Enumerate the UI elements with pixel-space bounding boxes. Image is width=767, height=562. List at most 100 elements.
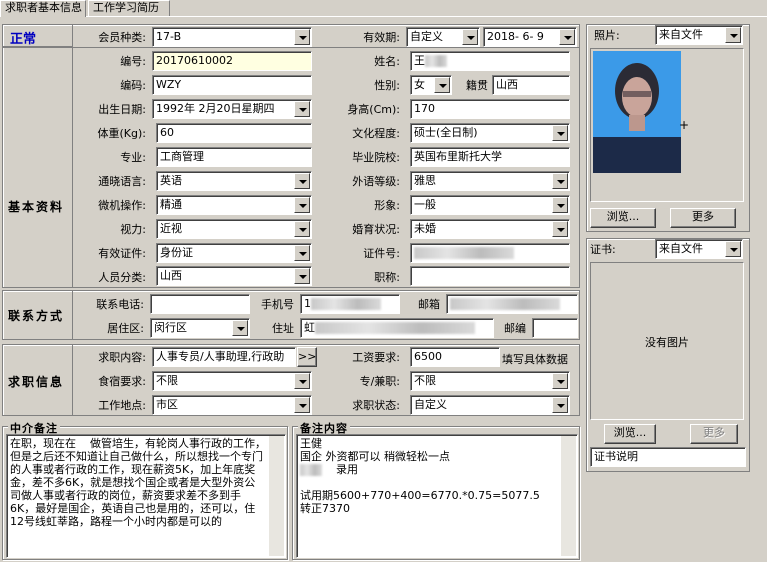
id-number-field[interactable] <box>410 243 570 263</box>
chevron-down-icon[interactable] <box>552 197 568 213</box>
scrollbar[interactable] <box>561 436 576 556</box>
height-field[interactable]: 170 <box>410 99 570 119</box>
birth-label: 出生日期: <box>98 103 146 116</box>
cert-more-button: 更多 <box>690 424 738 444</box>
remark-textarea[interactable]: 王健 国企 外资都可以 稍微轻松一点 录用 试用期5600+770+400=67… <box>296 434 578 558</box>
title-field[interactable] <box>410 266 570 286</box>
member-type-select[interactable]: 17-B <box>152 27 312 47</box>
lang-level-label: 外语等级: <box>352 175 400 188</box>
code-field[interactable]: WZY <box>152 75 312 95</box>
education-select[interactable]: 硕士(全日制) <box>410 123 570 143</box>
section-job: 求职信息 <box>8 375 65 389</box>
native-label: 籍贯 <box>466 79 488 92</box>
computer-select[interactable]: 精通 <box>156 195 312 215</box>
marital-select[interactable]: 未婚 <box>410 219 570 239</box>
tab-resume[interactable]: 工作学习简历 <box>88 0 170 16</box>
location-label: 工作地点: <box>98 399 146 412</box>
fulltime-select[interactable]: 不限 <box>410 371 570 391</box>
native-field[interactable]: 山西 <box>492 75 570 95</box>
postcode-field[interactable] <box>532 318 578 338</box>
chevron-down-icon[interactable] <box>294 101 310 117</box>
cert-description-field[interactable]: 证书说明 <box>590 447 746 467</box>
photo-label: 照片: <box>594 29 620 42</box>
chevron-down-icon[interactable] <box>232 320 248 336</box>
cert-source-select[interactable]: 来自文件 <box>655 239 743 259</box>
lang-level-select[interactable]: 雅思 <box>410 171 570 191</box>
address-field[interactable]: 虹 <box>300 318 494 338</box>
chevron-down-icon[interactable] <box>294 221 310 237</box>
id-type-select[interactable]: 身份证 <box>156 243 312 263</box>
person-class-label: 人员分类: <box>98 271 146 284</box>
chevron-down-icon[interactable] <box>294 29 310 45</box>
major-field[interactable]: 工商管理 <box>156 147 312 167</box>
address-label: 住址 <box>272 322 294 335</box>
chevron-down-icon[interactable] <box>552 373 568 389</box>
job-status-select[interactable]: 自定义 <box>410 395 570 415</box>
chevron-down-icon[interactable] <box>294 268 310 284</box>
appearance-label: 形象: <box>374 199 400 212</box>
phone-label: 联系电话: <box>96 298 144 311</box>
salary-label: 工资要求: <box>352 351 400 364</box>
language-select[interactable]: 英语 <box>156 171 312 191</box>
chevron-down-icon[interactable] <box>559 29 575 45</box>
gender-label: 性别: <box>374 79 400 92</box>
id-type-label: 有效证件: <box>98 247 146 260</box>
board-label: 食宿要求: <box>98 375 146 388</box>
person-class-select[interactable]: 山西 <box>156 266 312 286</box>
validity-date[interactable]: 2018- 6- 9 <box>483 27 577 47</box>
weight-field[interactable]: 60 <box>156 123 312 143</box>
chevron-down-icon[interactable] <box>294 173 310 189</box>
job-content-more-button[interactable]: >> <box>297 347 317 367</box>
phone-field[interactable] <box>150 294 250 314</box>
height-label: 身高(Cm): <box>347 103 400 116</box>
validity-label: 有效期: <box>363 31 400 44</box>
chevron-down-icon[interactable] <box>552 173 568 189</box>
name-label: 姓名: <box>374 55 400 68</box>
cert-empty-text: 没有图片 <box>645 336 689 349</box>
email-field[interactable] <box>446 294 578 314</box>
chevron-down-icon[interactable] <box>294 245 310 261</box>
agency-notes-textarea[interactable]: 在职，现在在 做管培生，有轮岗人事行政的工作，但是之后还不知道让自己做什么，所以… <box>6 434 286 558</box>
chevron-down-icon[interactable] <box>552 397 568 413</box>
weight-label: 体重(Kg): <box>97 127 147 140</box>
photo-browse-button[interactable]: 浏览... <box>590 208 656 228</box>
photo-source-select[interactable]: 来自文件 <box>655 25 743 45</box>
job-content-label: 求职内容: <box>98 351 146 364</box>
code-label: 编码: <box>120 79 146 92</box>
school-field[interactable]: 英国布里斯托大学 <box>410 147 570 167</box>
member-type-label: 会员种类: <box>98 31 146 44</box>
scrollbar[interactable] <box>269 436 284 556</box>
major-label: 专业: <box>120 151 146 164</box>
salary-field[interactable]: 6500 <box>410 347 500 367</box>
cert-browse-button[interactable]: 浏览... <box>604 424 656 444</box>
name-field[interactable]: 王 <box>410 51 570 71</box>
validity-select[interactable]: 自定义 <box>406 27 480 47</box>
birth-date-picker[interactable]: 1992年 2月20日星期四 <box>152 99 312 119</box>
status-label: 正常 <box>10 32 37 47</box>
photo-more-button[interactable]: 更多 <box>670 208 736 228</box>
location-select[interactable]: 市区 <box>152 395 312 415</box>
chevron-down-icon[interactable] <box>434 77 450 93</box>
board-select[interactable]: 不限 <box>152 371 312 391</box>
job-content-field[interactable]: 人事专员/人事助理,行政助 <box>152 347 296 367</box>
chevron-down-icon[interactable] <box>294 197 310 213</box>
number-field[interactable]: 20170610002 <box>152 51 312 71</box>
cursor-crosshair-icon: + <box>679 118 690 132</box>
chevron-down-icon[interactable] <box>552 221 568 237</box>
mobile-field[interactable]: 1 <box>300 294 400 314</box>
chevron-down-icon[interactable] <box>294 397 310 413</box>
email-label: 邮箱 <box>418 298 440 311</box>
chevron-down-icon[interactable] <box>552 125 568 141</box>
chevron-down-icon[interactable] <box>462 29 478 45</box>
chevron-down-icon[interactable] <box>725 27 741 43</box>
tab-basic-info[interactable]: 求职者基本信息 <box>0 0 86 17</box>
appearance-select[interactable]: 一般 <box>410 195 570 215</box>
district-select[interactable]: 闵行区 <box>150 318 250 338</box>
chevron-down-icon[interactable] <box>294 373 310 389</box>
chevron-down-icon[interactable] <box>725 241 741 257</box>
tab-divider <box>0 16 767 17</box>
language-label: 通晓语言: <box>98 175 146 188</box>
number-label: 编号: <box>120 55 146 68</box>
vision-select[interactable]: 近视 <box>156 219 312 239</box>
gender-select[interactable]: 女 <box>410 75 452 95</box>
